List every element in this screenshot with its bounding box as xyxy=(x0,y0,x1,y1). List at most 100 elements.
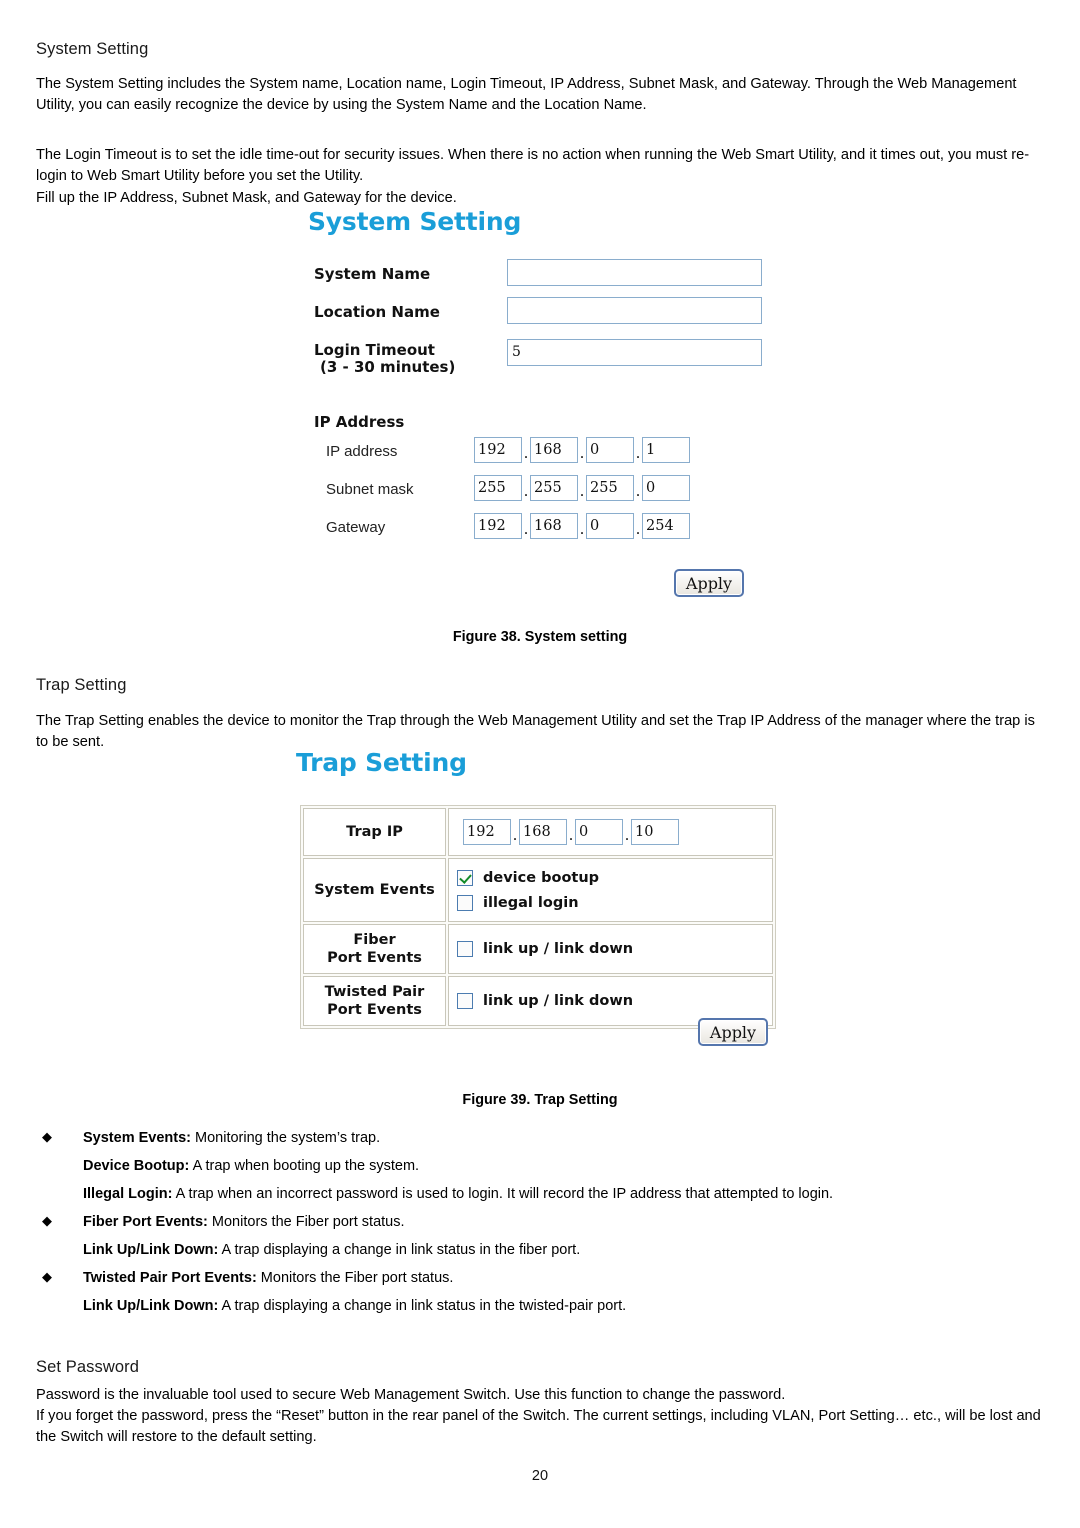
list-item-text: A trap displaying a change in link statu… xyxy=(218,1298,627,1314)
subnet-mask-label: Subnet mask xyxy=(326,481,414,498)
twisted-pair-label-line2: Port Events xyxy=(327,1002,422,1018)
trap-setting-screenshot: Trap Setting Trap IP 192. 168. 0. 10 System… xyxy=(288,748,788,1078)
diamond-bullet-icon: ◆ xyxy=(42,1213,52,1228)
section-heading-set-password: Set Password xyxy=(36,1358,139,1376)
trap-ip-octet-4[interactable]: 10 xyxy=(631,819,679,845)
system-name-input[interactable] xyxy=(507,259,762,286)
checkbox-row-device-bootup: device bootup xyxy=(457,865,764,890)
octet-separator: . xyxy=(635,444,641,462)
fiber-link-up-down-label: link up / link down xyxy=(483,941,634,957)
paragraph-set-password-1: Password is the invaluable tool used to … xyxy=(36,1387,786,1403)
list-item-text: Monitoring the system’s trap. xyxy=(191,1130,381,1146)
gateway-octet-1[interactable]: 192 xyxy=(474,513,522,539)
system-name-label: System Name xyxy=(314,265,431,283)
octet-separator: . xyxy=(579,444,585,462)
figure-39-caption: Figure 39. Trap Setting xyxy=(462,1092,618,1108)
fiber-port-events-cell: link up / link down xyxy=(448,924,773,974)
system-setting-screenshot: System Setting System Name Location Name… xyxy=(300,207,778,609)
ip-address-octet-3[interactable]: 0 xyxy=(586,437,634,463)
trap-setting-apply-button[interactable]: Apply xyxy=(698,1018,768,1046)
list-item-term: Illegal Login: xyxy=(83,1186,173,1202)
ip-address-octet-2[interactable]: 168 xyxy=(530,437,578,463)
system-setting-panel-title: System Setting xyxy=(308,207,522,236)
checkbox-row-twisted-pair-link: link up / link down xyxy=(457,989,764,1014)
trap-setting-table: Trap IP 192. 168. 0. 10 System Events devic… xyxy=(300,805,776,1029)
ip-row-gateway: Gateway 192. 168. 0. 254 xyxy=(300,513,778,551)
list-item: Link Up/Link Down: A trap displaying a c… xyxy=(36,1240,1044,1260)
location-name-input[interactable] xyxy=(507,297,762,324)
ip-address-octet-1[interactable]: 192 xyxy=(474,437,522,463)
device-bootup-checkbox[interactable] xyxy=(457,869,473,886)
octet-separator: . xyxy=(579,520,585,538)
list-item: Device Bootup: A trap when booting up th… xyxy=(36,1156,1044,1176)
list-item-text: A trap displaying a change in link statu… xyxy=(218,1242,581,1258)
gateway-octet-3[interactable]: 0 xyxy=(586,513,634,539)
paragraph-fill-ip: Fill up the IP Address, Subnet Mask, and… xyxy=(36,190,457,206)
page-number: 20 xyxy=(531,1468,549,1484)
fiber-port-events-label-line2: Port Events xyxy=(327,950,422,966)
octet-separator: . xyxy=(568,826,574,844)
system-setting-apply-button[interactable]: Apply xyxy=(674,569,744,597)
fiber-port-events-label-line1: Fiber xyxy=(353,932,396,948)
table-row-fiber-port-events: Fiber Port Events link up / link down xyxy=(303,924,773,974)
checkbox-row-illegal-login: illegal login xyxy=(457,890,764,915)
twisted-pair-port-events-label: Twisted Pair Port Events xyxy=(303,976,446,1026)
field-row-location-name: Location Name xyxy=(300,297,778,329)
table-row-system-events: System Events device bootup illegal logi… xyxy=(303,858,773,922)
gateway-octet-4[interactable]: 254 xyxy=(642,513,690,539)
trap-setting-panel-title: Trap Setting xyxy=(296,748,467,777)
system-events-label: System Events xyxy=(303,858,446,922)
diamond-bullet-icon: ◆ xyxy=(42,1269,52,1284)
list-item-text: Monitors the Fiber port status. xyxy=(256,1270,454,1286)
system-events-cell: device bootup illegal login xyxy=(448,858,773,922)
trap-ip-octet-1[interactable]: 192 xyxy=(463,819,511,845)
ip-address-octet-4[interactable]: 1 xyxy=(642,437,690,463)
section-heading-system-setting: System Setting xyxy=(36,40,149,58)
paragraph-login-timeout: The Login Timeout is to set the idle tim… xyxy=(36,147,1030,184)
trap-ip-octet-3[interactable]: 0 xyxy=(575,819,623,845)
ip-row-ip-address: IP address 192. 168. 0. 1 xyxy=(300,437,778,475)
list-item-text: A trap when booting up the system. xyxy=(189,1158,420,1174)
subnet-mask-octet-3[interactable]: 255 xyxy=(586,475,634,501)
document-page: System Setting The System Setting includ… xyxy=(0,0,1080,1528)
fiber-port-events-label: Fiber Port Events xyxy=(303,924,446,974)
login-timeout-input[interactable]: 5 xyxy=(507,339,762,366)
location-name-label: Location Name xyxy=(314,303,440,321)
gateway-octet-2[interactable]: 168 xyxy=(530,513,578,539)
device-bootup-label: device bootup xyxy=(483,869,600,886)
octet-separator: . xyxy=(579,482,585,500)
list-item-text: A trap when an incorrect password is use… xyxy=(172,1186,834,1202)
list-item-term: System Events: xyxy=(83,1130,191,1146)
figure-38-caption: Figure 38. System setting xyxy=(452,629,628,645)
field-row-system-name: System Name xyxy=(300,259,778,291)
gateway-octets: 192. 168. 0. 254 xyxy=(474,513,690,539)
paragraph-set-password-2: If you forget the password, press the “R… xyxy=(36,1408,1041,1445)
subnet-mask-octet-4[interactable]: 0 xyxy=(642,475,690,501)
list-item-term: Link Up/Link Down: xyxy=(83,1242,219,1258)
fiber-link-up-down-checkbox[interactable] xyxy=(457,941,473,957)
trap-ip-cell: 192. 168. 0. 10 xyxy=(448,808,773,856)
subnet-mask-octet-1[interactable]: 255 xyxy=(474,475,522,501)
checkbox-row-fiber-link: link up / link down xyxy=(457,937,764,962)
trap-ip-octets: 192. 168. 0. 10 xyxy=(457,815,764,849)
illegal-login-checkbox[interactable] xyxy=(457,894,473,911)
subnet-mask-octets: 255. 255. 255. 0 xyxy=(474,475,690,501)
section-heading-trap-setting: Trap Setting xyxy=(36,676,127,694)
paragraph-system-setting-intro: The System Setting includes the System n… xyxy=(36,76,1017,113)
field-row-login-timeout: Login Timeout (3 - 30 minutes) 5 xyxy=(300,335,778,381)
list-item-term: Device Bootup: xyxy=(83,1158,190,1174)
paragraph-trap-setting-intro: The Trap Setting enables the device to m… xyxy=(36,713,1035,750)
octet-separator: . xyxy=(523,520,529,538)
subnet-mask-octet-2[interactable]: 255 xyxy=(530,475,578,501)
ip-row-subnet-mask: Subnet mask 255. 255. 255. 0 xyxy=(300,475,778,513)
trap-ip-label: Trap IP xyxy=(303,808,446,856)
octet-separator: . xyxy=(523,444,529,462)
login-timeout-range-hint: (3 - 30 minutes) xyxy=(320,358,456,376)
twisted-pair-link-up-down-checkbox[interactable] xyxy=(457,993,473,1009)
list-item: Link Up/Link Down: A trap displaying a c… xyxy=(36,1296,1044,1316)
trap-ip-octet-2[interactable]: 168 xyxy=(519,819,567,845)
octet-separator: . xyxy=(635,520,641,538)
octet-separator: . xyxy=(624,826,630,844)
octet-separator: . xyxy=(635,482,641,500)
octet-separator: . xyxy=(512,826,518,844)
